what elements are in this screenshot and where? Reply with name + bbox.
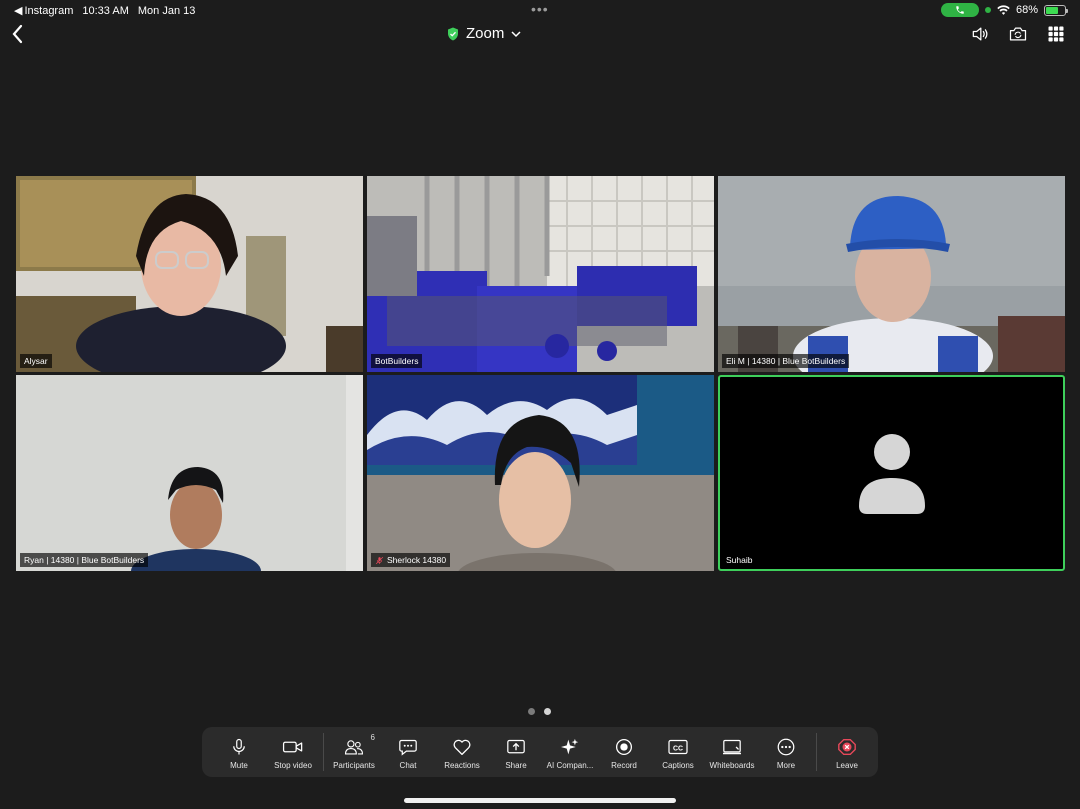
meeting-header: Zoom [0,22,1080,48]
battery-icon [1044,4,1068,16]
wifi-icon [997,5,1010,15]
participant-count-badge: 6 [370,733,375,742]
speaker-icon[interactable] [970,24,990,44]
participants-button[interactable]: 6 Participants [327,729,381,775]
chat-button[interactable]: Chat [381,729,435,775]
back-chevron-icon[interactable] [10,22,30,46]
page-indicator [528,708,551,715]
chevron-down-icon [511,30,521,37]
participant-name-tag: BotBuilders [371,354,423,368]
phone-icon [956,6,964,14]
mute-label: Mute [230,761,248,770]
grid-view-icon[interactable] [1046,24,1066,44]
video-feed-image [16,176,363,372]
home-indicator[interactable] [404,798,676,803]
video-tile-suhaib-active-speaker[interactable]: Suhaib [718,375,1065,571]
reactions-label: Reactions [444,761,480,770]
record-icon [615,738,633,756]
participants-label: Participants [333,761,375,770]
switch-camera-icon[interactable] [1008,24,1028,44]
toolbar-divider [323,733,324,771]
svg-text:CC: CC [673,745,683,752]
back-app-label: Instagram [24,4,74,17]
record-button[interactable]: Record [597,729,651,775]
reactions-button[interactable]: Reactions [435,729,489,775]
more-label: More [776,761,796,770]
video-feed-image [367,176,714,372]
whiteboards-button[interactable]: Whiteboards [705,729,759,775]
mute-button[interactable]: Mute [212,729,266,775]
leave-label: Leave [836,761,858,770]
back-triangle-icon: ◀ [14,5,23,17]
participants-icon [344,740,364,755]
muted-mic-icon [375,556,384,564]
participant-name-tag: Eli M | 14380 | Blue BotBuilders [722,354,850,368]
page-dot-2[interactable] [544,708,551,715]
sparkle-icon [561,738,579,755]
toolbar-divider [816,733,817,771]
record-label: Record [611,761,637,770]
leave-button[interactable]: Leave [820,729,874,775]
back-to-app-link[interactable]: ◀ Instagram [14,4,74,18]
video-tile-sherlock[interactable]: Sherlock 14380 [367,375,714,571]
shield-check-icon [448,27,458,40]
captions-label: Captions [662,761,694,770]
multitask-dots-icon[interactable]: ••• [531,2,549,16]
ai-companion-button[interactable]: AI Compan... [543,729,597,775]
battery-percent: 68% [1015,4,1038,16]
status-time: 10:33 AM [82,4,129,17]
avatar-placeholder-icon [859,434,925,514]
meeting-toolbar: Mute Stop video 6 Participants Chat Reac… [202,727,878,777]
camera-indicator-icon [984,7,991,13]
video-tile-botbuilders[interactable]: BotBuilders [367,176,714,372]
status-date: Mon Jan 13 [137,4,196,17]
closed-captions-icon: CC [668,739,688,755]
video-camera-icon [282,741,303,753]
video-tile-eli[interactable]: Eli M | 14380 | Blue BotBuilders [718,176,1065,372]
captions-button[interactable]: CC Captions [651,729,705,775]
page-dot-1[interactable] [528,708,535,715]
video-feed-image [718,176,1065,372]
microphone-icon [233,738,245,755]
share-label: Share [505,761,527,770]
video-tile-alysar[interactable]: Alysar [16,176,363,372]
participant-name-tag: Sherlock 14380 [371,553,451,567]
share-button[interactable]: Share [489,729,543,775]
status-bar: ◀ Instagram 10:33 AM Mon Jan 13 ••• 68% [0,0,1080,20]
heart-icon [453,739,471,756]
video-tile-ryan[interactable]: Ryan | 14380 | Blue BotBuilders [16,375,363,571]
whiteboards-label: Whiteboards [709,761,755,770]
ai-companion-label: AI Compan... [546,761,594,770]
video-feed-image [367,375,714,571]
more-button[interactable]: More [759,729,813,775]
participant-name-tag: Ryan | 14380 | Blue BotBuilders [20,553,149,567]
meeting-title-dropdown[interactable]: Zoom [447,25,521,42]
participant-name-tag: Alysar [20,354,52,368]
whiteboard-icon [723,739,741,755]
leave-x-icon [838,738,856,756]
share-screen-icon [507,739,525,754]
active-call-pill[interactable] [940,3,979,17]
chat-bubble-icon [399,739,417,756]
stop-video-button[interactable]: Stop video [266,729,320,775]
meeting-title: Zoom [466,25,505,42]
more-dots-icon [777,738,795,756]
participant-name-tag: Suhaib [722,553,757,567]
video-feed-image [16,375,363,571]
chat-label: Chat [399,761,417,770]
stop-video-label: Stop video [274,761,312,770]
